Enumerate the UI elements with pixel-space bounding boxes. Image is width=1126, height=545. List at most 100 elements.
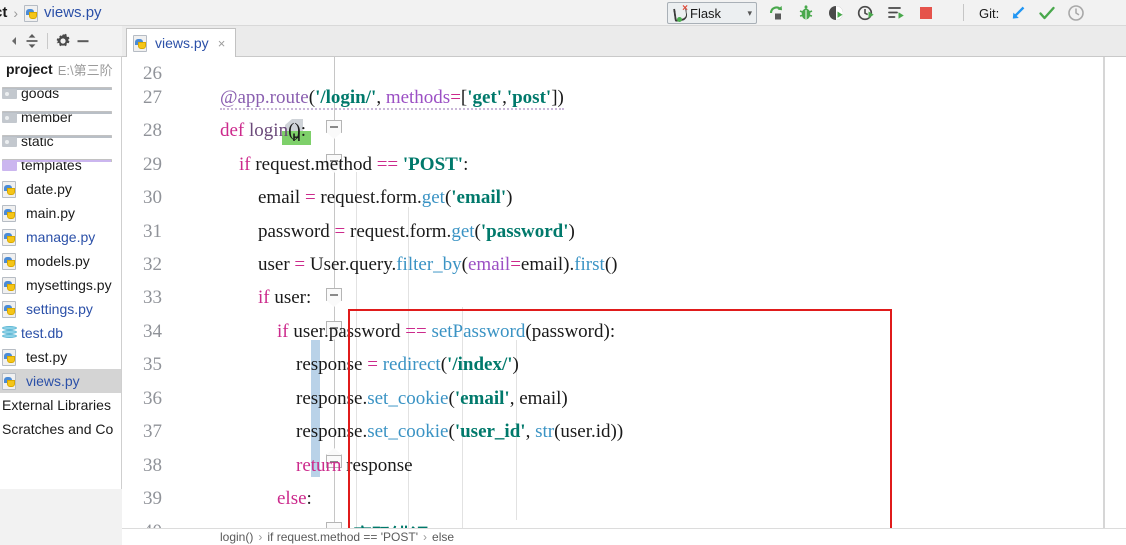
code-editor[interactable]: 26 27 28 29 30 31 32 33 34 35 36 37 38 3… — [122, 57, 1126, 528]
expand-arrow-icon[interactable] — [2, 31, 22, 51]
bug-icon[interactable] — [796, 3, 816, 23]
code-line-30[interactable]: email = request.form.get('email') — [220, 187, 513, 209]
tree-item-path: E:\第三阶 — [57, 62, 113, 78]
run-configuration-selector[interactable]: × Flask ▾ — [667, 2, 757, 24]
rerun-icon[interactable] — [766, 3, 786, 23]
code-line-28[interactable]: def login(): — [220, 120, 306, 142]
code-line-34[interactable]: if user.password == setPassword(password… — [220, 321, 615, 343]
toolbar-divider — [47, 33, 48, 49]
code-line-37[interactable]: response.set_cookie('user_id', str(user.… — [220, 421, 623, 443]
close-icon[interactable]: × — [218, 36, 226, 51]
code-line-38[interactable]: return response — [220, 455, 413, 477]
tree-item-label: main.py — [26, 205, 76, 221]
tab-label: views.py — [155, 35, 209, 51]
collapse-all-icon[interactable] — [22, 31, 42, 51]
tree-item-project-root[interactable]: project E:\第三阶 — [0, 57, 121, 81]
git-label: Git: — [979, 5, 1000, 21]
run-console-icon[interactable] — [886, 3, 906, 23]
tree-item-date-py[interactable]: date.py — [0, 177, 121, 201]
code-line-31[interactable]: password = request.form.get('password') — [220, 221, 575, 243]
git-toolbar: Git: — [979, 2, 1086, 24]
gear-icon[interactable] — [53, 31, 73, 51]
tree-item-label: test.py — [26, 349, 68, 365]
project-tree[interactable]: project E:\第三阶 goods member static templ… — [0, 57, 122, 489]
python-file-icon — [2, 301, 17, 318]
breadcrumb-file[interactable]: views.py — [44, 4, 102, 21]
breadcrumb-separator: › — [423, 530, 428, 544]
folder-purple-icon — [2, 159, 112, 171]
breadcrumb-separator: › — [258, 530, 263, 544]
code-line-27[interactable]: @app.route('/login/', methods=['get','po… — [220, 87, 564, 110]
python-file-icon — [2, 349, 17, 366]
tree-item-static[interactable]: static — [0, 129, 121, 153]
tree-item-label: project — [6, 61, 53, 77]
python-file-icon — [2, 205, 17, 222]
code-line-40[interactable]: msg = '密码错误' — [220, 521, 434, 528]
python-file-icon — [2, 229, 17, 246]
tree-item-settings-py[interactable]: settings.py — [0, 297, 121, 321]
code-line-32[interactable]: user = User.query.filter_by(email=email)… — [220, 254, 617, 276]
breadcrumb-part-login[interactable]: login() — [220, 530, 253, 544]
tree-item-label: views.py — [26, 373, 80, 389]
stop-square-icon[interactable] — [916, 3, 936, 23]
python-file-icon — [24, 4, 39, 22]
tree-item-label: manage.py — [26, 229, 96, 245]
folder-icon — [2, 135, 112, 147]
code-line-33[interactable]: if user: — [220, 287, 311, 309]
toolbar-divider — [963, 4, 964, 21]
python-file-icon — [2, 373, 17, 390]
folder-icon — [2, 111, 112, 123]
chevron-down-icon: ▾ — [747, 7, 752, 18]
code-line-29[interactable]: if request.method == 'POST': — [220, 154, 468, 176]
python-file-icon — [2, 277, 17, 294]
tree-item-models-py[interactable]: models.py — [0, 249, 121, 273]
tree-item-mysettings-py[interactable]: mysettings.py — [0, 273, 121, 297]
code-text[interactable]: @app.route('/login/', methods=['get','po… — [122, 57, 1126, 528]
run-toolbar — [766, 2, 936, 24]
tree-item-test-py[interactable]: test.py — [0, 345, 121, 369]
run-configuration-label: Flask — [690, 5, 722, 21]
code-line-35[interactable]: response = redirect('/index/') — [220, 354, 519, 376]
breadcrumb-bottom[interactable]: login() › if request.method == 'POST' › … — [122, 528, 1126, 545]
top-breadcrumb-bar: ct › views.py — [0, 0, 1126, 26]
update-arrow-icon[interactable] — [1008, 3, 1028, 23]
tree-item-scratches[interactable]: Scratches and Co — [0, 417, 121, 441]
tree-item-label: mysettings.py — [26, 277, 112, 293]
pycharm-window: ct › views.py × Flask ▾ — [0, 0, 1126, 545]
code-line-39[interactable]: else: — [220, 488, 312, 510]
tree-item-goods[interactable]: goods — [0, 81, 121, 105]
folder-icon — [2, 87, 112, 99]
code-line-36[interactable]: response.set_cookie('email', email) — [220, 388, 568, 410]
breadcrumb-part-else[interactable]: else — [432, 530, 454, 544]
breadcrumb-separator: › — [13, 4, 19, 21]
tree-item-templates[interactable]: templates — [0, 153, 121, 177]
tree-item-label: test.db — [21, 325, 64, 341]
tree-item-member[interactable]: member — [0, 105, 121, 129]
flask-config-icon: × — [672, 3, 688, 22]
tree-item-main-py[interactable]: main.py — [0, 201, 121, 225]
breadcrumb-part-if[interactable]: if request.method == 'POST' — [267, 530, 418, 544]
project-panel-toolbar — [0, 26, 122, 57]
coverage-run-icon[interactable] — [826, 3, 846, 23]
tree-item-test-db[interactable]: test.db — [0, 321, 121, 345]
editor-tab-bar: views.py × — [122, 26, 1126, 57]
tree-item-views-py[interactable]: views.py — [0, 369, 121, 393]
tree-item-label: models.py — [26, 253, 90, 269]
clock-icon[interactable] — [1066, 3, 1086, 23]
tree-item-label: date.py — [26, 181, 72, 197]
profile-clock-icon[interactable] — [856, 3, 876, 23]
tree-item-label: External Libraries — [2, 397, 111, 413]
python-file-icon — [2, 253, 17, 270]
tree-item-external-libraries[interactable]: External Libraries — [0, 393, 121, 417]
check-icon[interactable] — [1037, 3, 1057, 23]
tree-item-manage-py[interactable]: manage.py — [0, 225, 121, 249]
editor-right-margin — [1104, 57, 1126, 528]
tree-item-label: Scratches and Co — [2, 421, 114, 437]
minus-icon[interactable] — [73, 31, 93, 51]
tree-item-label: settings.py — [26, 301, 93, 317]
python-file-icon — [133, 35, 148, 52]
python-file-icon — [2, 181, 17, 198]
breadcrumb-project[interactable]: ct — [0, 4, 7, 21]
database-icon — [2, 326, 17, 340]
tab-views-py[interactable]: views.py × — [126, 28, 236, 57]
